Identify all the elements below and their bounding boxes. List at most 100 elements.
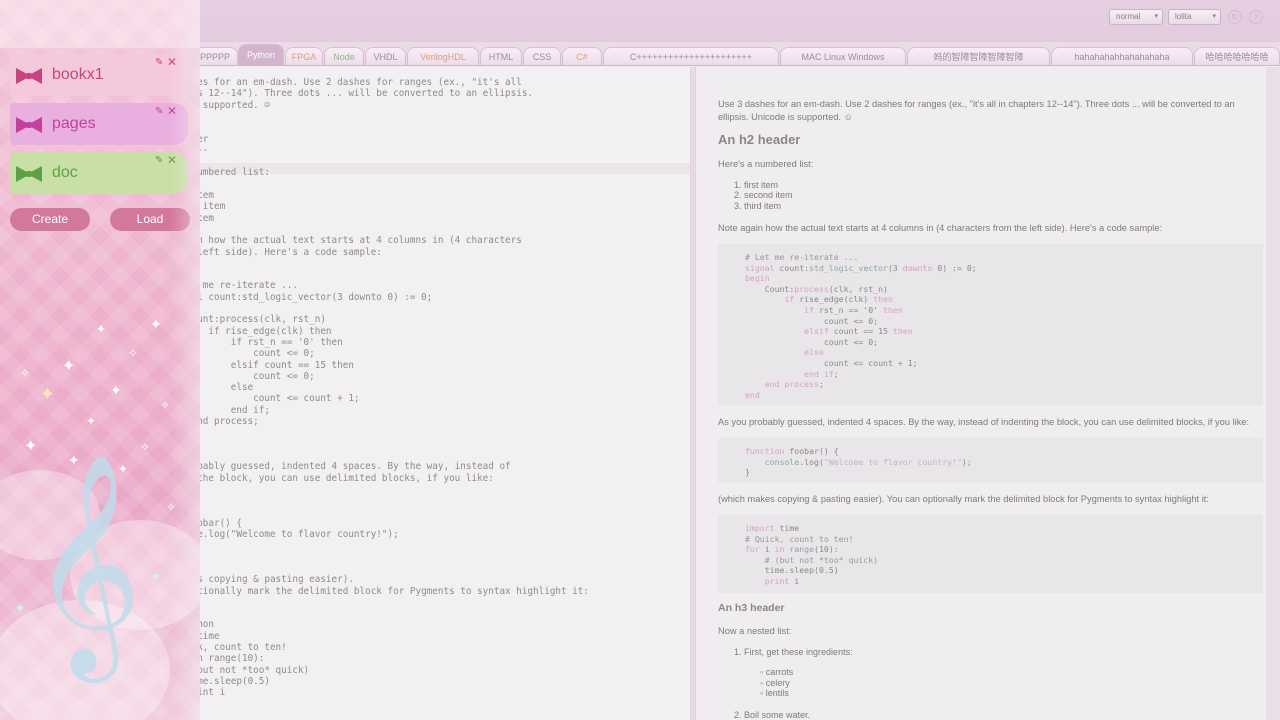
mode-select-value: normal: [1116, 12, 1141, 21]
code-line: count <= 0;: [745, 315, 879, 326]
code-line: time.sleep(0.5): [745, 565, 839, 576]
heart-icon: ♡: [149, 27, 166, 47]
treble-clef-icon: 𝄞: [30, 452, 143, 673]
list-item-text: Boil some water.: [744, 710, 811, 720]
chevron-down-icon: ▾: [1212, 13, 1216, 20]
tab-fpga[interactable]: FPGA: [285, 47, 323, 65]
tab-mac-linux-windows[interactable]: MAC Linux Windows: [780, 47, 906, 65]
preview-h3: An h3 header: [718, 602, 785, 614]
theme-select-value: lolita: [1175, 12, 1192, 21]
list-item-text: carrots: [765, 667, 794, 677]
tab-csharp[interactable]: C#: [562, 47, 602, 65]
code-line: begin: [745, 273, 770, 284]
preview-nested-intro: Now a nested list:: [718, 626, 792, 636]
tab-hahaha[interactable]: hahahahahhahahahaha: [1051, 47, 1193, 65]
editor-line: count <= count + 1;: [186, 393, 360, 405]
sparkle-icon: ✦: [150, 568, 162, 584]
code-line: elsif count == 15 then: [804, 326, 913, 337]
sparkle-icon: ✦: [110, 382, 122, 398]
sparkle-icon: ✦: [62, 358, 76, 375]
book-item-bookx1[interactable]: bookx1 ✎ ✕: [10, 54, 188, 96]
tab-chinese-1[interactable]: 妈的智障智障智障智障: [907, 47, 1050, 65]
sparkle-icon: ✦: [40, 384, 56, 404]
editor-line: ick, count to ten!: [186, 642, 287, 653]
theme-select[interactable]: lolita ▾: [1168, 9, 1221, 25]
edit-icon[interactable]: ✎: [155, 106, 163, 117]
code-block-vhdl: # Let me re-iterate ... signal count:std_…: [718, 244, 1263, 405]
list-item-text: first item: [744, 180, 779, 190]
code-block-python: import time # Quick, count to ten! for i i…: [718, 515, 1263, 593]
list-item: 2. second item: [734, 190, 793, 200]
tab-vhdl[interactable]: VHDL: [365, 47, 406, 65]
tab-veriloghdl[interactable]: VerilogHDL: [407, 47, 479, 65]
sparkle-icon: ✦: [86, 414, 97, 428]
preview-pygments-note: (which makes copying & pasting easier). …: [718, 494, 1209, 504]
code-line: # Quick, count to ten!: [745, 533, 854, 544]
code-line: print i: [764, 576, 800, 586]
tab-html[interactable]: HTML: [480, 47, 522, 65]
tab-cplusplus[interactable]: C++++++++++++++++++++++: [603, 47, 779, 65]
editor-line: kes copying & pasting easier).: [186, 574, 354, 586]
book-title: bookx1: [52, 66, 104, 83]
editor-line: robably guessed, indented 4 spaces. By t…: [186, 461, 511, 473]
list-item: 1. first item: [734, 180, 779, 190]
code-line: count <= count + 1;: [745, 358, 918, 368]
editor-line: ers 12--14"). Three dots ... will be con…: [186, 88, 534, 100]
code-line: # Let me re-iterate ...: [745, 252, 859, 262]
markdown-preview: Use 3 dashes for an em-dash. Use 2 dashe…: [706, 67, 1268, 720]
code-line: if rst_n == '0' then: [804, 305, 903, 315]
sparkle-icon: ✧: [20, 366, 31, 380]
editor-line: ole.log("Welcome to flavor country!");: [186, 529, 399, 540]
editor-line: e left side). Here's a code sample:: [186, 246, 382, 258]
editor-line: count <= 0;: [186, 348, 315, 360]
edit-icon[interactable]: ✎: [155, 155, 163, 166]
code-line: end if;: [804, 368, 839, 379]
editor-line: ain how the actual text starts at 4 colu…: [186, 235, 522, 247]
preview-code-note: Note again how the actual text starts at…: [718, 223, 1163, 233]
code-line: else: [804, 347, 824, 358]
code-line: console.log("Welcome to flavor country!"…: [764, 456, 972, 467]
tab-css[interactable]: CSS: [523, 47, 561, 65]
help-icon[interactable]: ?: [1249, 10, 1263, 24]
list-item: 1. First, get these ingredients:: [734, 647, 853, 657]
code-line: count <= 0;: [745, 336, 879, 347]
code-line: end: [745, 389, 760, 400]
sidebar-fade: [170, 0, 200, 720]
bow-icon: [14, 66, 44, 86]
code-line: signal count:std_logic_vector(3 downto 0…: [745, 262, 977, 273]
book-title: doc: [52, 164, 78, 181]
pane-divider-accent: [692, 75, 694, 720]
list-item: 2. Boil some water.: [734, 710, 811, 720]
preview-scroll-edge[interactable]: [1266, 67, 1280, 720]
book-item-doc[interactable]: doc ✎ ✕: [10, 152, 188, 194]
book-item-pages[interactable]: pages ✎ ✕: [10, 103, 188, 145]
code-line: # (but not *too* quick): [745, 554, 879, 565]
tab-python[interactable]: Python: [238, 44, 284, 65]
editor-line: g the block, you can use delimited block…: [186, 472, 494, 484]
preview-h2: An h2 header: [718, 132, 801, 147]
list-item: ◦ lentils: [760, 688, 789, 698]
mode-select[interactable]: normal ▾: [1109, 9, 1163, 25]
preview-numbered-intro: Here's a numbered list:: [718, 159, 814, 169]
tab-chinese-2[interactable]: 哈哈哈哈哈哈哈: [1194, 47, 1280, 65]
list-item: ◦ celery: [760, 678, 790, 688]
editor-line: (but not *too* quick): [186, 664, 310, 676]
refresh-icon[interactable]: ↻: [1228, 10, 1242, 24]
edit-icon[interactable]: ✎: [155, 57, 163, 68]
code-line: Count:process(clk, rst_n): [745, 283, 888, 294]
sparkle-icon: ✦: [96, 322, 107, 336]
code-line: if rise_edge(clk) then: [784, 294, 893, 305]
editor-line: nal count:std_logic_vector(3 downto 0) :…: [186, 291, 433, 303]
editor-line: Count:process(clk, rst_n): [186, 314, 326, 326]
code-line: function foobar() {: [745, 446, 839, 456]
code-line: }: [745, 467, 750, 478]
tab-node[interactable]: Node: [324, 47, 364, 65]
code-line: end process;: [764, 379, 824, 390]
create-button[interactable]: Create: [10, 208, 90, 231]
list-item-text: second item: [744, 190, 793, 200]
sparkle-icon: ✧: [128, 346, 139, 360]
preview-indent-note: As you probably guessed, indented 4 spac…: [718, 417, 1250, 427]
editor-line: et me re-iterate ...: [186, 280, 298, 292]
sparkle-icon: ✧: [160, 398, 171, 412]
bow-icon: [14, 164, 44, 184]
